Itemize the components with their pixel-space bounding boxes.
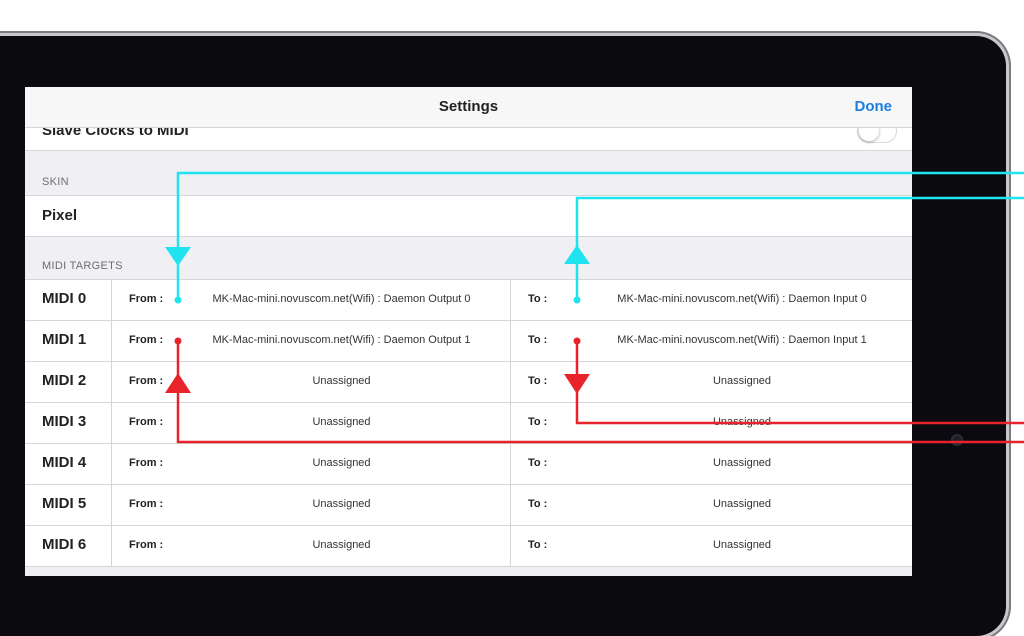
midi-row: MIDI 1 From : MK-Mac-mini.novuscom.net(Wif… [25,321,912,362]
from-target[interactable]: MK-Mac-mini.novuscom.net(Wifi) : Daemon … [182,293,501,305]
skin-section-header: SKIN [42,176,69,188]
midi-name: MIDI 5 [42,495,87,512]
to-target[interactable]: MK-Mac-mini.novuscom.net(Wifi) : Daemon … [581,293,903,305]
midi-from-cell[interactable]: From : Unassigned [111,362,511,402]
to-label: To : [528,498,548,510]
midi-to-cell[interactable]: To : MK-Mac-mini.novuscom.net(Wifi) : Dae… [510,280,912,320]
camera-dot [951,434,963,446]
midi-from-cell[interactable]: From : Unassigned [111,444,511,484]
to-target[interactable]: Unassigned [581,498,903,510]
midi-row: MIDI 4 From : Unassigned To : Unassigned [25,444,912,485]
midi-name: MIDI 4 [42,454,87,471]
settings-screen: Settings Done Slave Clocks to MIDI SKIN … [25,87,912,576]
to-label: To : [528,416,548,428]
to-target[interactable]: Unassigned [581,375,903,387]
midi-targets-section-header: MIDI TARGETS [42,260,123,272]
from-label: From : [129,498,164,510]
skin-value: Pixel [42,207,78,224]
midi-from-cell[interactable]: From : Unassigned [111,403,511,443]
from-label: From : [129,334,164,346]
midi-name: MIDI 6 [42,536,87,553]
from-target[interactable]: Unassigned [182,457,501,469]
from-target[interactable]: Unassigned [182,375,501,387]
midi-from-cell[interactable]: From : MK-Mac-mini.novuscom.net(Wifi) : D… [111,321,511,361]
midi-row: MIDI 6 From : Unassigned To : Unassigned [25,526,912,567]
midi-from-cell[interactable]: From : Unassigned [111,485,511,525]
to-label: To : [528,457,548,469]
midi-targets-table: MIDI 0 From : MK-Mac-mini.novuscom.net(Wif… [25,279,912,567]
to-label: To : [528,539,548,551]
to-target[interactable]: Unassigned [581,539,903,551]
from-target[interactable]: Unassigned [182,416,501,428]
midi-to-cell[interactable]: To : Unassigned [510,444,912,484]
midi-row: MIDI 3 From : Unassigned To : Unassigned [25,403,912,444]
midi-row: MIDI 0 From : MK-Mac-mini.novuscom.net(Wif… [25,280,912,321]
midi-to-cell[interactable]: To : Unassigned [510,362,912,402]
midi-name: MIDI 1 [42,331,87,348]
midi-row: MIDI 2 From : Unassigned To : Unassigned [25,362,912,403]
from-target[interactable]: Unassigned [182,539,501,551]
midi-name: MIDI 3 [42,413,87,430]
skin-row[interactable]: Pixel [25,195,912,237]
navigation-bar: Settings Done [25,87,912,128]
done-button[interactable]: Done [855,98,893,115]
from-label: From : [129,539,164,551]
to-target[interactable]: MK-Mac-mini.novuscom.net(Wifi) : Daemon … [581,334,903,346]
to-target[interactable]: Unassigned [581,416,903,428]
from-label: From : [129,293,164,305]
to-label: To : [528,293,548,305]
midi-from-cell[interactable]: From : MK-Mac-mini.novuscom.net(Wifi) : D… [111,280,511,320]
page-title: Settings [438,98,499,115]
midi-to-cell[interactable]: To : Unassigned [510,403,912,443]
midi-name: MIDI 0 [42,290,87,307]
from-label: From : [129,416,164,428]
midi-name: MIDI 2 [42,372,87,389]
to-label: To : [528,375,548,387]
midi-to-cell[interactable]: To : MK-Mac-mini.novuscom.net(Wifi) : Dae… [510,321,912,361]
to-label: To : [528,334,548,346]
midi-to-cell[interactable]: To : Unassigned [510,485,912,525]
from-target[interactable]: Unassigned [182,498,501,510]
midi-row: MIDI 5 From : Unassigned To : Unassigned [25,485,912,526]
to-target[interactable]: Unassigned [581,457,903,469]
from-label: From : [129,375,164,387]
from-target[interactable]: MK-Mac-mini.novuscom.net(Wifi) : Daemon … [182,334,501,346]
from-label: From : [129,457,164,469]
midi-from-cell[interactable]: From : Unassigned [111,526,511,566]
midi-to-cell[interactable]: To : Unassigned [510,526,912,566]
